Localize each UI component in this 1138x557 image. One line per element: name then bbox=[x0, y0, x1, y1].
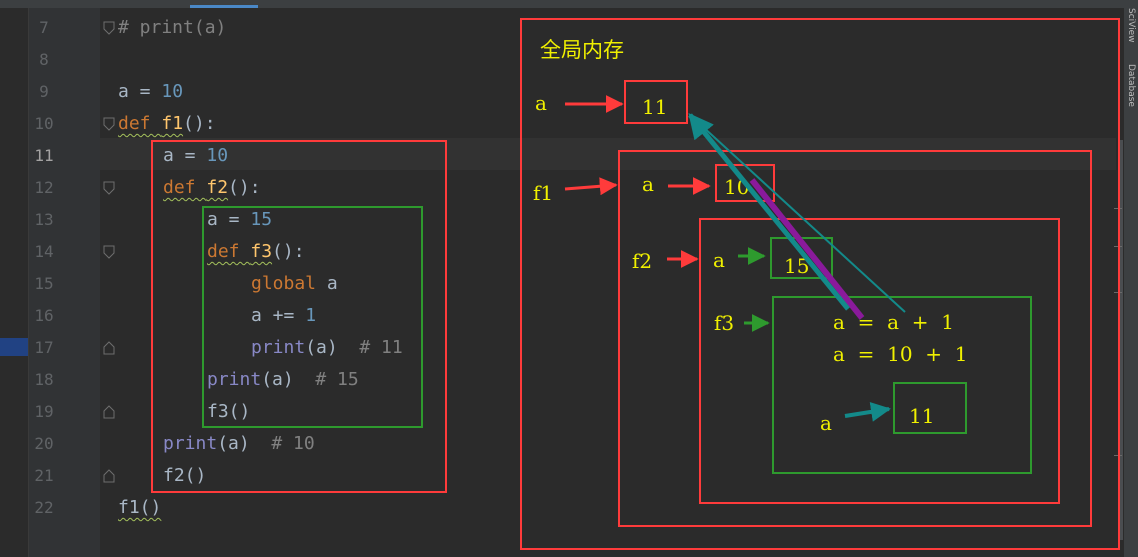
f1-arrow bbox=[564, 177, 618, 196]
teal-global-arrow-thick bbox=[688, 113, 850, 311]
teal-global-arrow-thin bbox=[689, 114, 906, 313]
arrows-layer bbox=[564, 95, 906, 422]
purple-scope-line bbox=[749, 178, 865, 320]
f3-a-arrow bbox=[844, 401, 891, 422]
